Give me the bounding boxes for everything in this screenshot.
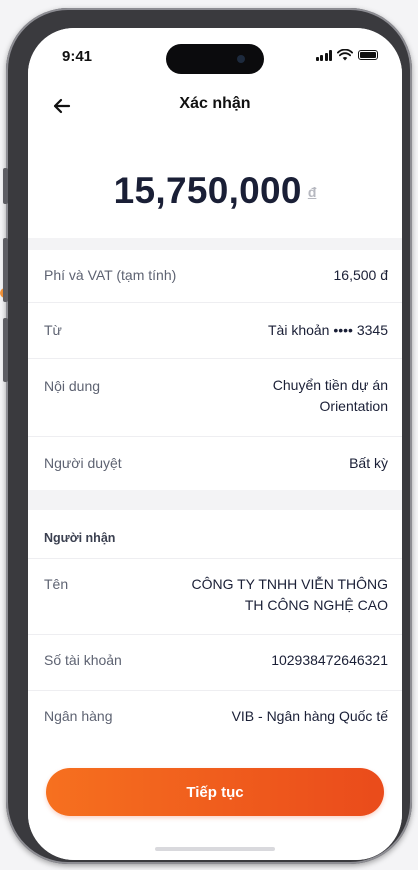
transfer-amount: 15,750,000 <box>113 170 302 211</box>
transfer-details-card: Phí và VAT (tạm tính) 16,500 đ Từ Tài kh… <box>28 250 402 490</box>
detail-value: 102938472646321 <box>271 652 388 668</box>
recipient-row-name: Tên CÔNG TY TNHH VIỄN THÔNG TH CÔNG NGHỆ … <box>28 558 402 634</box>
battery-icon <box>358 50 378 60</box>
phone-frame: 9:41 Xác nhận 15,750,000 đ Phí và VAT (t… <box>3 8 412 864</box>
volume-up-button <box>3 238 8 302</box>
detail-label: Tên <box>44 576 69 592</box>
detail-value: VIB - Ngân hàng Quốc tế <box>231 708 388 724</box>
camera-icon <box>237 55 245 63</box>
section-title: Người nhận <box>44 531 116 545</box>
app-screen: 9:41 Xác nhận 15,750,000 đ Phí và VAT (t… <box>28 28 402 860</box>
currency-symbol: đ <box>307 184 317 200</box>
detail-value-line: Chuyển tiền dự án <box>272 377 388 393</box>
detail-row-from: Từ Tài khoản •••• 3345 <box>28 302 402 358</box>
mute-switch <box>3 168 8 204</box>
recipient-card: Người nhận Tên CÔNG TY TNHH VIỄN THÔNG TH… <box>28 510 402 744</box>
page-title: Xác nhận <box>179 95 251 112</box>
recipient-row-bank: Ngân hàng VIB - Ngân hàng Quốc tế <box>28 690 402 744</box>
detail-value: 16,500 đ <box>333 267 389 283</box>
detail-label: Nội dung <box>44 378 101 394</box>
wifi-icon <box>337 49 353 61</box>
amount-section: 15,750,000 đ <box>28 134 402 238</box>
detail-value-line: TH CÔNG NGHỆ CAO <box>244 597 388 613</box>
detail-value: Tài khoản •••• 3345 <box>267 322 388 338</box>
detail-label: Số tài khoản <box>44 652 122 668</box>
detail-value: Chuyển tiền dự án Orientation <box>273 375 388 417</box>
detail-label: Từ <box>44 322 62 338</box>
detail-label: Người duyệt <box>44 455 122 471</box>
detail-label: Ngân hàng <box>44 708 113 724</box>
detail-label: Phí và VAT (tạm tính) <box>44 267 177 283</box>
continue-button[interactable]: Tiếp tục <box>46 768 384 816</box>
detail-row-fee: Phí và VAT (tạm tính) 16,500 đ <box>28 250 402 302</box>
recipient-section-header: Người nhận <box>28 510 402 558</box>
detail-row-approver: Người duyệt Bất kỳ <box>28 436 402 490</box>
system-icons <box>315 49 378 61</box>
dynamic-island <box>166 44 264 74</box>
volume-down-button <box>3 318 8 382</box>
bottom-action-bar: Tiếp tục <box>28 744 402 860</box>
status-time: 9:41 <box>62 48 93 65</box>
detail-value: CÔNG TY TNHH VIỄN THÔNG TH CÔNG NGHỆ CAO <box>191 574 388 616</box>
recipient-row-account-number: Số tài khoản 102938472646321 <box>28 634 402 690</box>
status-bar: 9:41 <box>28 28 402 78</box>
detail-row-content: Nội dung Chuyển tiền dự án Orientation <box>28 358 402 436</box>
signal-icon <box>315 49 332 61</box>
detail-value: Bất kỳ <box>349 455 388 471</box>
home-indicator <box>155 847 275 851</box>
detail-value-line: Orientation <box>319 398 388 414</box>
top-app-bar: Xác nhận <box>28 78 402 134</box>
detail-value-line: CÔNG TY TNHH VIỄN THÔNG <box>191 576 388 592</box>
